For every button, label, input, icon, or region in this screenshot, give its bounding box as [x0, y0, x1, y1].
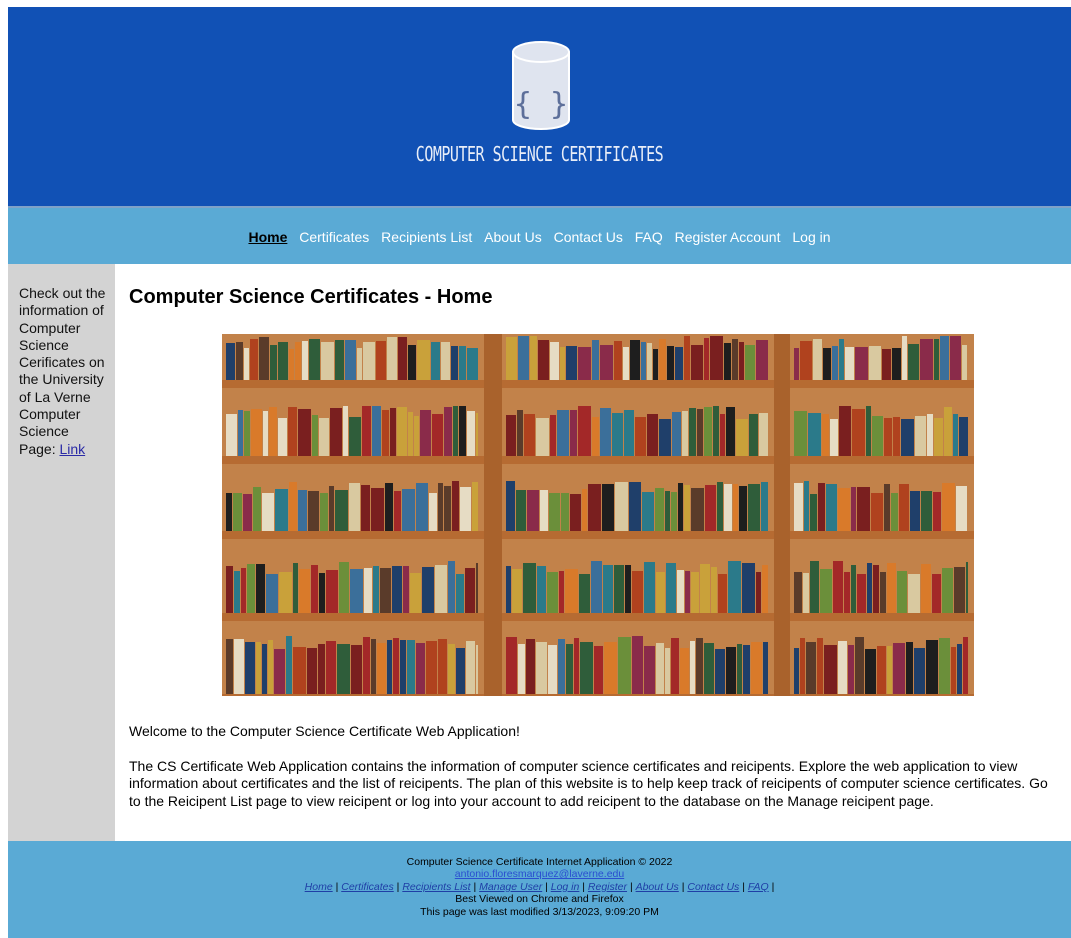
logo-braces: { }	[514, 87, 568, 122]
footer-link-register[interactable]: Register	[588, 881, 627, 893]
footer-copyright: Computer Science Certificate Internet Ap…	[406, 856, 673, 868]
footer-link-faq[interactable]: FAQ	[748, 881, 769, 893]
database-logo-icon: { }	[512, 41, 570, 130]
footer-link-certificates[interactable]: Certificates	[341, 881, 394, 893]
footer-link-log-in[interactable]: Log in	[551, 881, 580, 893]
header-banner: { } COMPUTER SCIENCE CERTIFICATES	[8, 7, 1071, 206]
welcome-text: Welcome to the Computer Science Certific…	[129, 723, 520, 739]
sidebar-link[interactable]: Link	[59, 441, 85, 457]
footer-link-about-us[interactable]: About Us	[636, 881, 679, 893]
nav-contact-us[interactable]: Contact Us	[554, 229, 623, 245]
page: { } COMPUTER SCIENCE CERTIFICATES Home C…	[8, 7, 1071, 938]
footer: Computer Science Certificate Internet Ap…	[8, 841, 1071, 938]
nav-faq[interactable]: FAQ	[635, 229, 663, 245]
footer-link-manage-user[interactable]: Manage User	[479, 881, 542, 893]
nav-about-us[interactable]: About Us	[484, 229, 542, 245]
page-title: Computer Science Certificates - Home	[129, 286, 493, 308]
sidebar: Check out the information of Computer Sc…	[8, 264, 115, 841]
top-nav: Home Certificates Recipients List About …	[8, 206, 1071, 264]
footer-best-viewed: Best Viewed on Chrome and Firefox	[455, 893, 624, 906]
site-title: COMPUTER SCIENCE CERTIFICATES	[415, 141, 664, 167]
footer-last-modified: This page was last modified 3/13/2023, 9…	[420, 905, 659, 918]
footer-link-home[interactable]: Home	[305, 881, 333, 893]
nav-certificates[interactable]: Certificates	[299, 229, 369, 245]
sidebar-text: Check out the information of Computer Sc…	[19, 285, 106, 457]
main-content: Computer Science Certificates - Home Wel…	[115, 264, 1071, 841]
footer-links: Home | Certificates | Recipients List | …	[304, 880, 775, 893]
nav-home[interactable]: Home	[248, 229, 287, 245]
bookshelves-photo	[222, 334, 974, 696]
description-text: The CS Certificate Web Application conta…	[129, 758, 1048, 809]
nav-log-in[interactable]: Log in	[792, 229, 830, 245]
footer-link-contact-us[interactable]: Contact Us	[687, 881, 739, 893]
footer-email-link[interactable]: antonio.floresmarquez@laverne.edu	[455, 868, 624, 880]
nav-register-account[interactable]: Register Account	[675, 229, 781, 245]
nav-recipients-list[interactable]: Recipients List	[381, 229, 472, 245]
footer-link-recipients-list[interactable]: Recipients List	[402, 881, 470, 893]
